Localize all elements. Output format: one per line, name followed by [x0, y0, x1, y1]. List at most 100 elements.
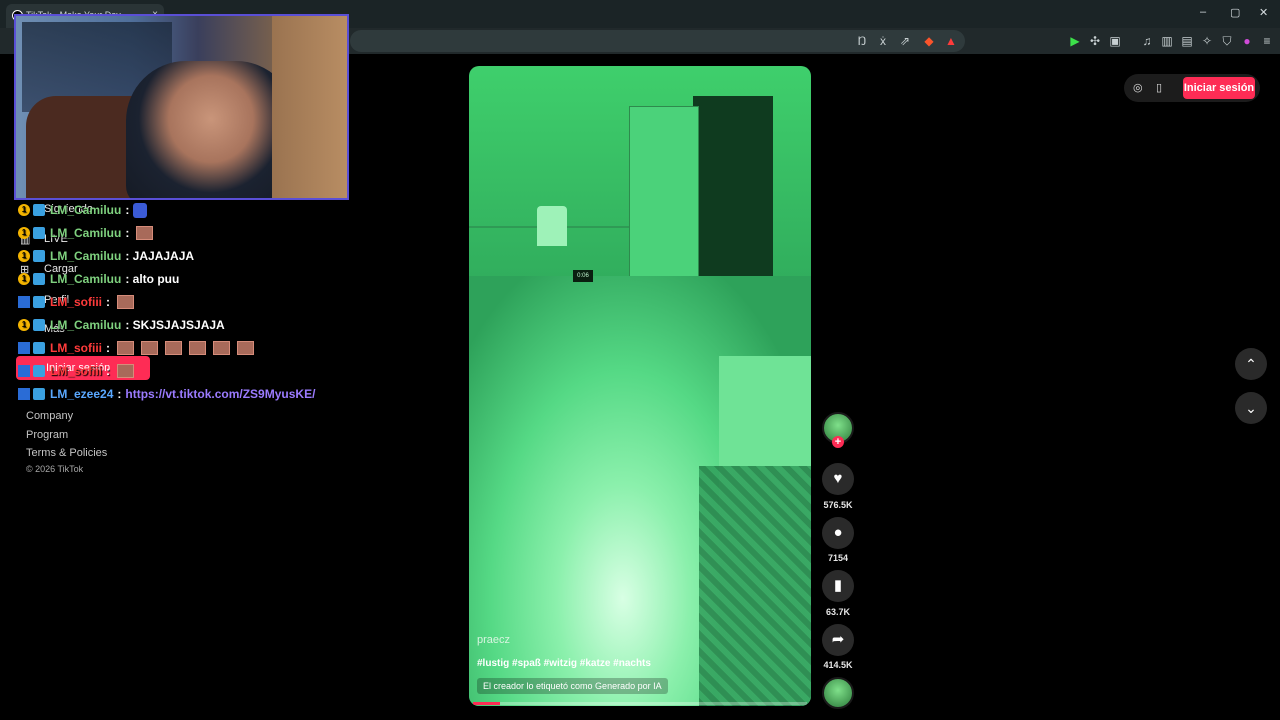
- chevron-down-icon: ⌄: [1245, 400, 1257, 416]
- chat-message: 1 LM_Camiluu : alto puu: [18, 270, 179, 288]
- subscriber-badge-icon: [33, 342, 45, 354]
- profile-icon[interactable]: ●: [1240, 34, 1254, 48]
- share-count: 414.5K: [823, 660, 853, 670]
- menu-icon[interactable]: ≡: [1260, 34, 1274, 48]
- follow-button[interactable]: +: [832, 436, 844, 448]
- subscriber-badge-icon: [33, 388, 45, 400]
- vip-badge-icon: [18, 388, 30, 400]
- webcam-streamer: [126, 61, 296, 198]
- chat-message: LM_sofiii:: [18, 293, 135, 311]
- leo-icon[interactable]: ✧: [1200, 34, 1214, 48]
- founder-badge-icon: 1: [18, 273, 30, 285]
- like-count: 576.5K: [823, 500, 853, 510]
- chat-message: LM_sofiii:: [18, 362, 135, 380]
- chat-text: :: [106, 364, 111, 378]
- chat-username[interactable]: LM_Camiluu: [50, 318, 121, 332]
- music-icon[interactable]: ♫: [1140, 34, 1154, 48]
- brave-rewards-icon[interactable]: ▲: [944, 34, 958, 48]
- face-emote-icon: [213, 341, 231, 355]
- chat-text: : SKJSJAJSJAJA: [125, 318, 225, 332]
- brave-shield-icon[interactable]: ◆: [922, 34, 936, 48]
- vip-badge-icon: [18, 365, 30, 377]
- face-emote-icon: [189, 341, 207, 355]
- device-icon[interactable]: ▯: [1156, 81, 1162, 94]
- ai-generated-label: El creador lo etiquetó como Generado por…: [477, 678, 668, 694]
- comment-icon: ●: [833, 524, 843, 541]
- chat-username[interactable]: LM_sofiii: [50, 341, 102, 355]
- founder-badge-icon: 1: [18, 204, 30, 216]
- founder-badge-icon: 1: [18, 319, 30, 331]
- share-icon[interactable]: ⇗: [898, 34, 912, 48]
- translate-icon[interactable]: ẋ: [876, 34, 890, 48]
- subscriber-badge-icon: [33, 273, 45, 285]
- save-count: 63.7K: [825, 607, 851, 617]
- footer-link-program[interactable]: Program: [26, 429, 68, 441]
- video-clock: 0:06: [573, 270, 593, 282]
- chat-text: :: [125, 203, 130, 217]
- chat-username[interactable]: LM_Camiluu: [50, 249, 121, 263]
- chat-message: 1 LM_Camiluu:: [18, 201, 148, 219]
- video-player[interactable]: 0:06 praecz #lustig #spaß #witzig #katze…: [469, 66, 811, 706]
- video-rug: [699, 466, 811, 706]
- face-emote-icon: [117, 364, 135, 378]
- reader-icon[interactable]: Ŋ: [855, 34, 869, 48]
- chat-username[interactable]: LM_ezee24: [50, 387, 113, 401]
- chat-text: :: [106, 341, 111, 355]
- bookmark-icon: ▮: [833, 577, 843, 594]
- copyright: © 2026 TikTok: [26, 464, 84, 474]
- video-creator-name[interactable]: praecz: [477, 634, 510, 646]
- minimize-button[interactable]: –: [1200, 6, 1206, 18]
- chat-message: 1 LM_Camiluu : JAJAJAJA: [18, 247, 194, 265]
- vpn-icon[interactable]: ⛉: [1220, 34, 1234, 48]
- face-emote-icon: [165, 341, 183, 355]
- subscriber-badge-icon: [33, 250, 45, 262]
- comment-button[interactable]: ●: [822, 517, 854, 549]
- video-hashtags[interactable]: #lustig #spaß #witzig #katze #nachts: [477, 658, 651, 669]
- save-button[interactable]: ▮: [822, 570, 854, 602]
- chat-message: 1 LM_Camiluu:: [18, 224, 154, 242]
- header-login-button[interactable]: Iniciar sesión: [1183, 77, 1255, 99]
- chat-username[interactable]: LM_Camiluu: [50, 203, 121, 217]
- address-bar[interactable]: [350, 30, 965, 52]
- like-button[interactable]: ♥: [822, 463, 854, 495]
- sound-avatar[interactable]: [822, 677, 854, 709]
- footer-link-terms[interactable]: Terms & Policies: [26, 447, 107, 459]
- sidebar-icon[interactable]: ▥: [1160, 34, 1174, 48]
- video-progress-fill: [473, 702, 500, 705]
- webcam-door: [272, 16, 347, 198]
- comment-count: 7154: [827, 553, 849, 563]
- chat-text: :: [125, 226, 130, 240]
- chat-message: 1 LM_Camiluu : SKJSJAJSJAJA: [18, 316, 225, 334]
- chat-username[interactable]: LM_Camiluu: [50, 272, 121, 286]
- chevron-up-icon: ⌃: [1245, 356, 1257, 372]
- footer-link-company[interactable]: Company: [26, 410, 73, 422]
- jar-emote-icon: [133, 202, 148, 218]
- video-progress-bar[interactable]: [473, 702, 807, 705]
- vip-badge-icon: [18, 342, 30, 354]
- share-button[interactable]: ➦: [822, 624, 854, 656]
- extensions-icon[interactable]: ✣: [1088, 34, 1102, 48]
- vip-badge-icon: [18, 296, 30, 308]
- chat-username[interactable]: LM_sofiii: [50, 295, 102, 309]
- chat-link[interactable]: https://vt.tiktok.com/ZS9MyusKE/: [125, 387, 315, 401]
- subscriber-badge-icon: [33, 365, 45, 377]
- coin-icon[interactable]: ◎: [1133, 81, 1143, 94]
- chat-username[interactable]: LM_Camiluu: [50, 226, 121, 240]
- chat-text: : alto puu: [125, 272, 180, 286]
- maximize-button[interactable]: ▢: [1230, 6, 1240, 19]
- close-window-button[interactable]: ✕: [1259, 6, 1268, 19]
- play-icon[interactable]: ▶: [1068, 34, 1082, 48]
- chat-text: :: [106, 295, 111, 309]
- chat-text: :: [117, 387, 122, 401]
- wallet-icon[interactable]: ▤: [1180, 34, 1194, 48]
- chat-username[interactable]: LM_sofiii: [50, 364, 102, 378]
- subscriber-badge-icon: [33, 296, 45, 308]
- next-video-button[interactable]: ⌄: [1235, 392, 1267, 424]
- chat-text: : JAJAJAJA: [125, 249, 195, 263]
- subscriber-badge-icon: [33, 227, 45, 239]
- founder-badge-icon: 1: [18, 227, 30, 239]
- screenshot-icon[interactable]: ▣: [1108, 34, 1122, 48]
- face-emote-icon: [141, 341, 159, 355]
- previous-video-button[interactable]: ⌃: [1235, 348, 1267, 380]
- founder-badge-icon: 1: [18, 250, 30, 262]
